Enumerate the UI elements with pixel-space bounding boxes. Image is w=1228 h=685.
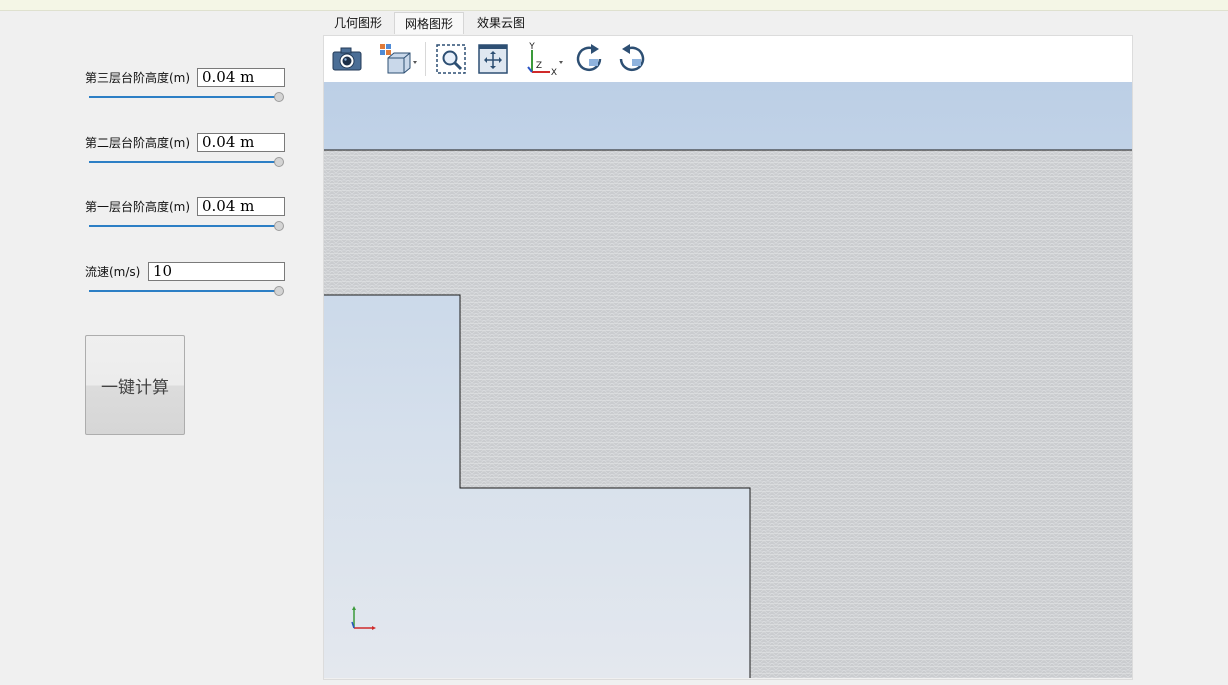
step3-slider-track[interactable] (89, 96, 279, 98)
calculate-button-label: 一键计算 (101, 377, 169, 398)
param-label-velocity: 流速(m/s) (85, 265, 141, 279)
fit-all-icon[interactable] (476, 42, 510, 76)
rotate-counterclockwise-icon[interactable] (615, 42, 649, 76)
tab-contour[interactable]: 效果云图 (466, 12, 536, 34)
step3-slider-handle[interactable] (274, 92, 284, 102)
step3-height-input[interactable]: 0.04 m (197, 68, 285, 87)
top-strip (0, 0, 1228, 11)
step1-slider-track[interactable] (89, 225, 279, 227)
step2-slider-track[interactable] (89, 161, 279, 163)
camera-icon[interactable] (330, 42, 364, 76)
mesh-domain (324, 150, 1132, 678)
param-label-step1: 第一层台阶高度(m) (85, 200, 191, 214)
velocity-slider-handle[interactable] (274, 286, 284, 296)
toolbar-divider (425, 42, 426, 76)
orientation-triad-icon (351, 606, 376, 630)
one-click-calculate-button[interactable]: 一键计算 (85, 335, 185, 435)
axis-y-label: Y (528, 42, 535, 52)
velocity-input[interactable]: 10 (148, 262, 285, 281)
view-cube-icon[interactable] (378, 42, 420, 76)
step2-height-input[interactable]: 0.04 m (197, 133, 285, 152)
step2-slider-handle[interactable] (274, 157, 284, 167)
step1-slider-handle[interactable] (274, 221, 284, 231)
velocity-slider-track[interactable] (89, 290, 279, 292)
param-label-step2: 第二层台阶高度(m) (85, 136, 191, 150)
tab-geometry[interactable]: 几何图形 (324, 12, 392, 34)
param-label-step3: 第三层台阶高度(m) (85, 71, 191, 85)
axis-xyz-icon[interactable]: Y Z X (524, 42, 566, 78)
tab-mesh[interactable]: 网格图形 (394, 12, 464, 34)
rotate-clockwise-icon[interactable] (572, 42, 606, 76)
axis-x-label: X (551, 68, 557, 76)
view-toolbar: Y Z X (324, 36, 1132, 82)
step1-height-input[interactable]: 0.04 m (197, 197, 285, 216)
axis-z-label: Z (536, 61, 542, 71)
zoom-window-icon[interactable] (434, 42, 468, 76)
mesh-viewport[interactable] (324, 82, 1132, 678)
